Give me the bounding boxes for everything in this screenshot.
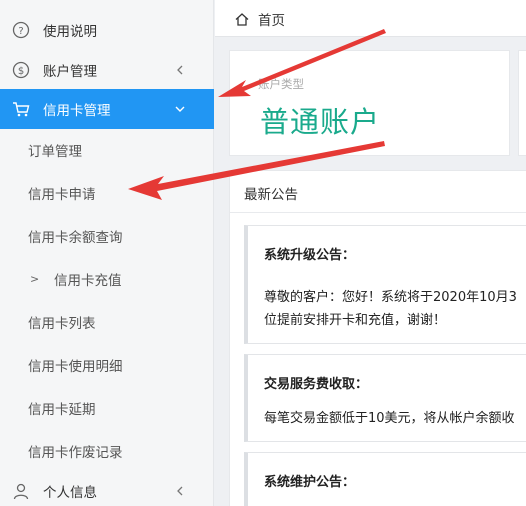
chevron-down-icon (174, 103, 186, 115)
sidebar-subitem-label: 信用卡充值 (54, 273, 122, 289)
sidebar-subitem-label: 订单管理 (28, 144, 82, 160)
notice-card[interactable]: 系统维护公告： (244, 452, 526, 506)
notice-title: 系统维护公告： (264, 475, 356, 490)
account-type-label: 账户类型 (258, 77, 304, 91)
sidebar-subitem-void-records[interactable]: 信用卡作废记录 (0, 431, 214, 471)
svg-text:?: ? (18, 26, 23, 37)
chevron-left-icon (174, 64, 186, 76)
notices-panel: 最新公告 系统升级公告： 尊敬的客户：您好！系统将于2020年10月3 位提前安… (229, 170, 526, 506)
sidebar-item-usage-guide[interactable]: ? 使用说明 (0, 10, 214, 50)
user-icon (12, 482, 30, 500)
breadcrumb-home[interactable]: 首页 (258, 9, 285, 29)
app-root: ? 使用说明 $ 账户管理 信用卡管理 订单管理 信用卡申请 信用卡余额查询 >… (0, 0, 526, 506)
svg-text:$: $ (18, 66, 24, 77)
sidebar-subitem-usage-details[interactable]: 信用卡使用明细 (0, 345, 214, 385)
chevron-left-icon (174, 485, 186, 497)
notice-body: 尊敬的客户：您好！系统将于2020年10月3 位提前安排开卡和充值，谢谢！ (264, 286, 526, 332)
sidebar: ? 使用说明 $ 账户管理 信用卡管理 订单管理 信用卡申请 信用卡余额查询 >… (0, 0, 214, 506)
notice-card[interactable]: 交易服务费收取： 每笔交易金额低于10美元，将从帐户余额收 (244, 354, 526, 442)
sidebar-item-label: 账户管理 (43, 64, 97, 80)
sidebar-subitem-label: 信用卡使用明细 (28, 359, 123, 375)
sidebar-item-label: 使用说明 (43, 24, 97, 40)
chevron-right-icon: > (30, 272, 40, 286)
notice-card[interactable]: 系统升级公告： 尊敬的客户：您好！系统将于2020年10月3 位提前安排开卡和充… (244, 225, 526, 344)
question-circle-icon: ? (12, 21, 30, 39)
sidebar-item-label: 个人信息 (43, 485, 97, 501)
cart-icon (12, 100, 30, 118)
sidebar-subitem-card-list[interactable]: 信用卡列表 (0, 302, 214, 342)
divider (230, 212, 526, 213)
sidebar-subitem-card-application[interactable]: 信用卡申请 (0, 173, 214, 213)
sidebar-subitem-card-extension[interactable]: 信用卡延期 (0, 388, 214, 428)
home-icon[interactable] (235, 11, 249, 26)
notice-body-line: 每笔交易金额低于10美元，将从帐户余额收 (264, 411, 515, 426)
secondary-stat-card (518, 50, 526, 156)
notice-body: 每笔交易金额低于10美元，将从帐户余额收 (264, 407, 526, 430)
notice-title: 交易服务费收取： (264, 377, 369, 392)
notice-body-line: 位提前安排开卡和充值，谢谢！ (264, 313, 447, 328)
sidebar-subitem-label: 信用卡作废记录 (28, 445, 123, 461)
sidebar-subitem-card-recharge[interactable]: > 信用卡充值 (0, 259, 214, 299)
notice-body-line: 尊敬的客户：您好！系统将于2020年10月3 (264, 290, 517, 305)
sidebar-subitem-label: 信用卡余额查询 (28, 230, 123, 246)
notices-heading: 最新公告 (244, 187, 298, 203)
sidebar-subitem-order-management[interactable]: 订单管理 (0, 130, 214, 170)
sidebar-item-label: 信用卡管理 (43, 103, 111, 119)
sidebar-subitem-label: 信用卡申请 (28, 187, 96, 203)
sidebar-subitem-label: 信用卡列表 (28, 316, 96, 332)
dollar-circle-icon: $ (12, 61, 30, 79)
sidebar-item-personal-info[interactable]: 个人信息 (0, 471, 214, 506)
top-bar: 首页 (215, 0, 526, 37)
sidebar-item-credit-card-management[interactable]: 信用卡管理 (0, 89, 214, 129)
account-type-value: 普通账户 (260, 105, 381, 139)
sidebar-subitem-balance-query[interactable]: 信用卡余额查询 (0, 216, 214, 256)
sidebar-subitem-label: 信用卡延期 (28, 402, 96, 418)
sidebar-item-account-management[interactable]: $ 账户管理 (0, 50, 214, 90)
notice-title: 系统升级公告： (264, 248, 356, 263)
account-type-card: 账户类型 普通账户 (229, 50, 510, 156)
